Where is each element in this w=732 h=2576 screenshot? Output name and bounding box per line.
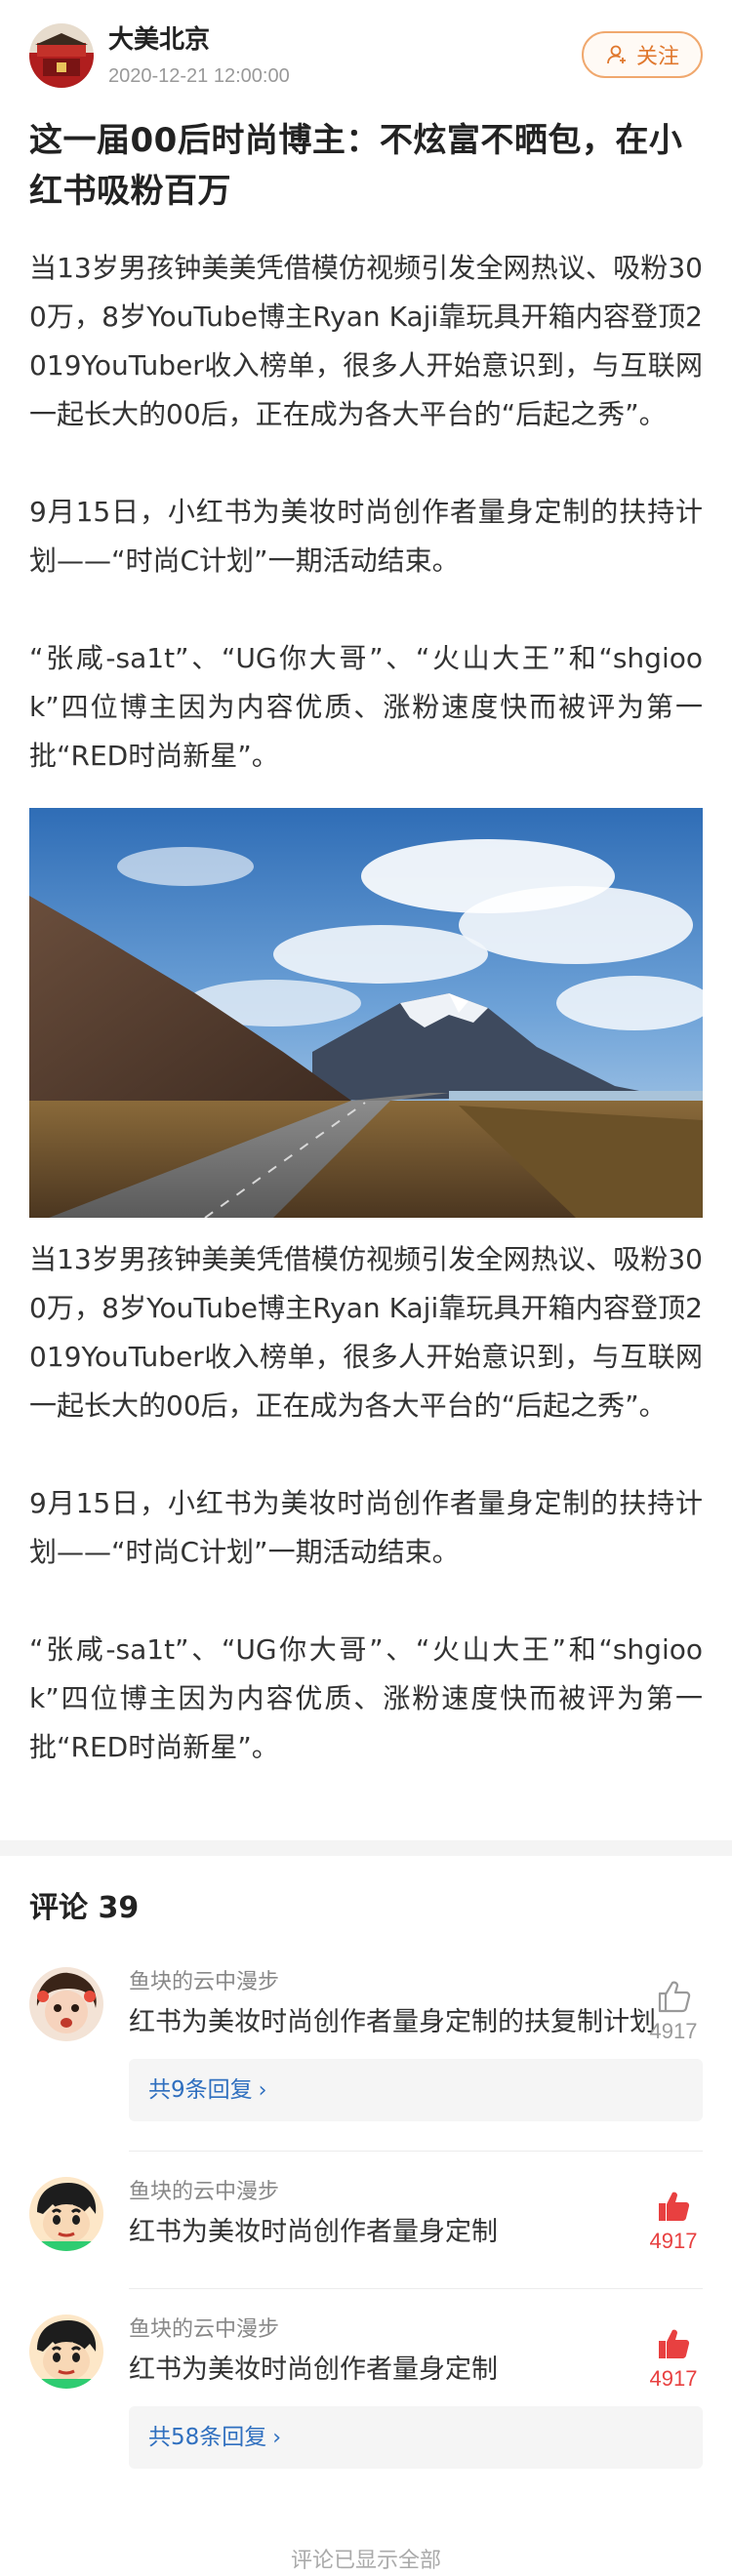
author-avatar[interactable] [29,23,94,88]
chevron-right-icon: › [258,2078,267,2103]
comment-item[interactable]: 鱼块的云中漫步 红书为美妆时尚创作者量身定制的扶复制计划 4917 共9条回复 › [29,1967,703,2151]
comments-header: 评论 39 [29,1891,140,1925]
author-name[interactable]: 大美北京 [108,23,290,57]
commenter-avatar[interactable] [29,1967,103,2041]
paragraph: 9月15日，小红书为美妆时尚创作者量身定制的扶持计划——“时尚C计划”一期活动结… [29,1487,703,1568]
comments-section: 评论 39 鱼块的云中漫步 红书为美妆时尚创作者量身定制的扶复制计划 4917 … [0,1870,732,2576]
replies-label: 共58条回复 [148,2425,267,2450]
article-page: 大美北京 2020-12-21 12:00:00 关注 这一届00后时尚博主：不… [0,0,732,2576]
publish-time: 2020-12-21 12:00:00 [108,65,290,87]
replies-label: 共9条回复 [148,2077,253,2103]
commenter-name[interactable]: 鱼块的云中漫步 [129,2177,703,2208]
comment-divider [129,2151,703,2152]
like-count: 4917 [649,2366,698,2391]
comment-text: 红书为美妆时尚创作者量身定制 [129,2355,498,2385]
commenter-avatar[interactable] [29,2314,103,2389]
like-button[interactable]: 4917 [644,2324,703,2393]
thumbs-up-icon [659,2192,690,2221]
follow-button[interactable]: 关注 [582,31,703,78]
article-body: 当13岁男孩钟美美凭借模仿视频引发全网热议、吸粉300万，8岁YouTube博主… [0,244,732,1772]
follow-label: 关注 [635,45,679,69]
article-body-continued: 当13岁男孩钟美美凭借模仿视频引发全网热议、吸粉300万，8岁YouTube博主… [29,1235,703,1772]
commenter-name[interactable]: 鱼块的云中漫步 [129,2314,703,2346]
chevron-right-icon: › [272,2426,282,2450]
thumbs-up-icon [659,2329,690,2358]
section-divider [0,1840,732,1856]
like-button[interactable]: 4917 [644,2187,703,2255]
like-count: 4917 [649,2229,698,2253]
view-replies-button[interactable]: 共9条回复 › [129,2059,703,2121]
paragraph: 当13岁男孩钟美美凭借模仿视频引发全网热议、吸粉300万，8岁YouTube博主… [29,252,703,430]
view-replies-button[interactable]: 共58条回复 › [129,2406,703,2469]
comment-text: 红书为美妆时尚创作者量身定制 [129,2217,498,2247]
thumbs-up-icon [658,1981,691,2013]
comments-end-note: 评论已显示全部 [290,2549,441,2573]
article-title: 这一届00后时尚博主：不炫富不晒包，在小红书吸粉百万 [29,121,683,211]
author-info: 大美北京 2020-12-21 12:00:00 [108,21,290,90]
comment-item[interactable]: 鱼块的云中漫步 红书为美妆时尚创作者量身定制 4917 [29,2177,703,2288]
commenter-name[interactable]: 鱼块的云中漫步 [129,1967,703,1998]
like-count: 4917 [649,2019,698,2043]
paragraph: “张咸-sa1t”、“UG你大哥”、“火山大王”和“shgiook”四位博主因为… [29,1633,703,1763]
paragraph: 当13岁男孩钟美美凭借模仿视频引发全网热议、吸粉300万，8岁YouTube博主… [29,1243,703,1422]
commenter-avatar[interactable] [29,2177,103,2251]
comment-divider [129,2288,703,2289]
comment-item[interactable]: 鱼块的云中漫步 红书为美妆时尚创作者量身定制 4917 共58条回复 › [29,2314,703,2498]
paragraph: “张咸-sa1t”、“UG你大哥”、“火山大王”和“shgiook”四位博主因为… [29,642,703,772]
comment-text: 红书为美妆时尚创作者量身定制的扶复制计划 [129,2007,656,2037]
article-image[interactable] [29,808,703,1218]
like-button[interactable]: 4917 [644,1977,703,2045]
user-plus-icon [607,45,626,64]
paragraph: 9月15日，小红书为美妆时尚创作者量身定制的扶持计划——“时尚C计划”一期活动结… [29,496,703,577]
author-bar: 大美北京 2020-12-21 12:00:00 关注 [0,0,732,107]
